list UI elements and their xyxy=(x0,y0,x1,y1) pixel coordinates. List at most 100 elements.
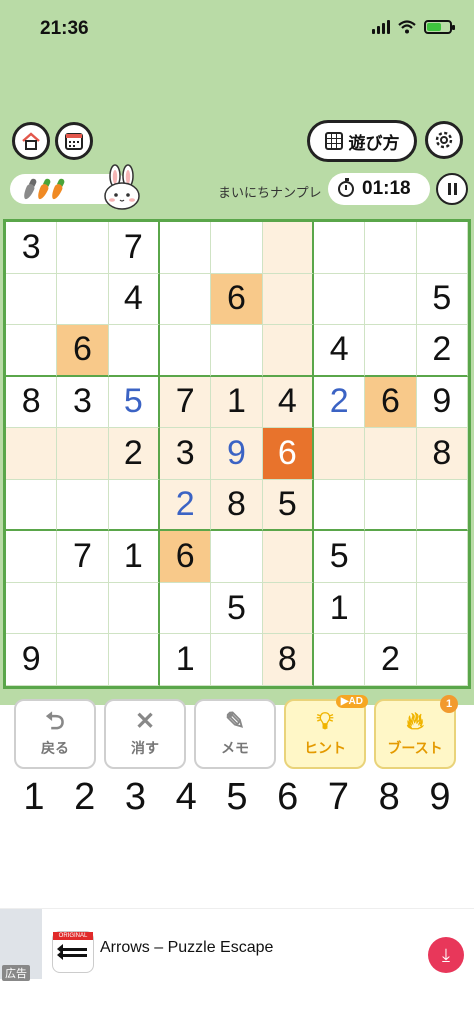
undo-button[interactable]: ⮌ 戻る xyxy=(14,699,96,769)
howto-button[interactable]: 遊び方 xyxy=(307,120,417,162)
board-cell[interactable]: 9 xyxy=(211,428,263,480)
board-cell[interactable] xyxy=(262,222,314,274)
board-cell[interactable] xyxy=(211,531,263,583)
board-cell[interactable] xyxy=(365,222,417,274)
board-cell[interactable]: 7 xyxy=(108,222,160,274)
board-cell[interactable] xyxy=(159,325,212,377)
board-cell[interactable] xyxy=(108,479,160,532)
board-cell[interactable] xyxy=(365,273,417,326)
board-cell[interactable]: 9 xyxy=(6,634,58,686)
board-cell[interactable]: 7 xyxy=(57,531,109,583)
download-button[interactable]: ⤓ xyxy=(428,937,464,973)
board-cell[interactable] xyxy=(262,273,314,326)
board-cell[interactable] xyxy=(6,428,58,480)
board-cell[interactable] xyxy=(6,273,58,326)
board-cell[interactable] xyxy=(57,428,109,480)
board-cell[interactable] xyxy=(6,582,58,635)
board-cell[interactable]: 1 xyxy=(211,376,263,429)
number-key-6[interactable]: 6 xyxy=(266,776,310,826)
board-cell[interactable]: 2 xyxy=(365,634,417,686)
board-cell[interactable]: 2 xyxy=(416,325,468,377)
board-cell[interactable]: 5 xyxy=(211,582,263,635)
board-cell[interactable] xyxy=(262,531,314,583)
board-cell[interactable] xyxy=(313,479,366,532)
board-cell[interactable]: 2 xyxy=(108,428,160,480)
number-key-4[interactable]: 4 xyxy=(164,776,208,826)
erase-button[interactable]: ✕ 消す xyxy=(104,699,186,769)
board-cell[interactable]: 5 xyxy=(262,479,314,532)
hint-button[interactable]: ▶AD 💡︎ ヒント xyxy=(284,695,368,769)
board-cell[interactable] xyxy=(159,222,212,274)
board-cell[interactable]: 6 xyxy=(262,428,314,480)
board-cell[interactable]: 2 xyxy=(313,376,366,429)
board-cell[interactable] xyxy=(57,634,109,686)
board-cell[interactable]: 8 xyxy=(6,376,58,429)
number-key-2[interactable]: 2 xyxy=(63,776,107,826)
board-cell[interactable]: 5 xyxy=(108,376,160,429)
board-cell[interactable] xyxy=(211,634,263,686)
board-cell[interactable] xyxy=(313,273,366,326)
board-cell[interactable]: 4 xyxy=(262,376,314,429)
board-cell[interactable]: 8 xyxy=(262,634,314,686)
board-cell[interactable]: 2 xyxy=(159,479,212,532)
pause-button[interactable] xyxy=(436,173,468,205)
board-cell[interactable]: 6 xyxy=(211,273,263,326)
board-cell[interactable] xyxy=(108,634,160,686)
board-cell[interactable] xyxy=(313,428,366,480)
board-cell[interactable] xyxy=(416,531,468,583)
board-cell[interactable] xyxy=(365,582,417,635)
board-cell[interactable]: 1 xyxy=(313,582,366,635)
board-cell[interactable] xyxy=(6,531,58,583)
calendar-button[interactable] xyxy=(55,122,93,160)
board-cell[interactable]: 6 xyxy=(57,325,109,377)
board-cell[interactable] xyxy=(159,582,212,635)
board-cell[interactable] xyxy=(313,222,366,274)
board-cell[interactable] xyxy=(108,325,160,377)
board-cell[interactable] xyxy=(416,222,468,274)
board-cell[interactable] xyxy=(57,582,109,635)
board-cell[interactable]: 1 xyxy=(159,634,212,686)
number-key-7[interactable]: 7 xyxy=(317,776,361,826)
memo-button[interactable]: ✎ メモ xyxy=(194,699,276,769)
board-cell[interactable] xyxy=(211,222,263,274)
board-cell[interactable] xyxy=(416,479,468,532)
board-cell[interactable]: 5 xyxy=(416,273,468,326)
number-key-1[interactable]: 1 xyxy=(12,776,56,826)
board-cell[interactable]: 5 xyxy=(313,531,366,583)
board-cell[interactable] xyxy=(159,273,212,326)
board-cell[interactable]: 4 xyxy=(313,325,366,377)
board-cell[interactable] xyxy=(262,325,314,377)
board-cell[interactable]: 3 xyxy=(159,428,212,480)
board-cell[interactable] xyxy=(6,325,58,377)
board-cell[interactable] xyxy=(57,222,109,274)
board-cell[interactable] xyxy=(365,479,417,532)
home-button[interactable] xyxy=(12,122,50,160)
number-key-3[interactable]: 3 xyxy=(114,776,158,826)
board-cell[interactable]: 4 xyxy=(108,273,160,326)
board-cell[interactable]: 8 xyxy=(416,428,468,480)
board-cell[interactable]: 9 xyxy=(416,376,468,429)
board-cell[interactable] xyxy=(57,479,109,532)
number-key-5[interactable]: 5 xyxy=(215,776,259,826)
board-cell[interactable] xyxy=(416,634,468,686)
board-cell[interactable] xyxy=(365,325,417,377)
board-cell[interactable] xyxy=(365,531,417,583)
ad-banner[interactable]: 広告 ORIGINAL Arrows – Puzzle Escape ⤓ xyxy=(0,908,474,986)
boost-button[interactable]: 1 🔥︎ ブースト xyxy=(374,695,458,769)
board-cell[interactable]: 3 xyxy=(6,222,58,274)
board-cell[interactable] xyxy=(57,273,109,326)
board-cell[interactable]: 7 xyxy=(159,376,212,429)
board-cell[interactable] xyxy=(108,582,160,635)
board-cell[interactable]: 1 xyxy=(108,531,160,583)
board-cell[interactable]: 8 xyxy=(211,479,263,532)
board-cell[interactable]: 6 xyxy=(365,376,417,429)
board-cell[interactable] xyxy=(211,325,263,377)
board-cell[interactable] xyxy=(416,582,468,635)
board-cell[interactable]: 6 xyxy=(159,531,212,583)
board-cell[interactable] xyxy=(6,479,58,532)
board-cell[interactable] xyxy=(313,634,366,686)
board-cell[interactable]: 3 xyxy=(57,376,109,429)
board-cell[interactable] xyxy=(262,582,314,635)
number-key-9[interactable]: 9 xyxy=(418,776,462,826)
board-cell[interactable] xyxy=(365,428,417,480)
